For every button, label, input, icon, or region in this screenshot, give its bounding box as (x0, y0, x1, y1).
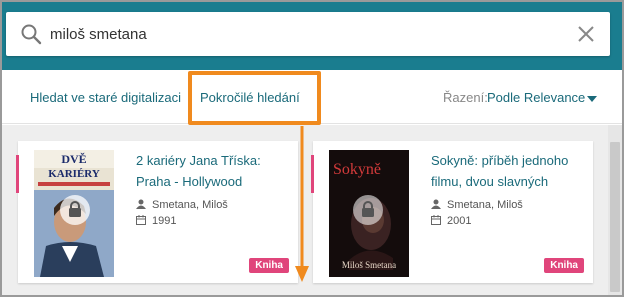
cover-author: Miloš Smetana (342, 260, 396, 270)
card-accent (311, 155, 314, 193)
result-year: 1991 (136, 215, 176, 227)
result-title[interactable]: Sokyně: příběh jednoho filmu, dvou slavn… (431, 150, 583, 192)
sort-label: Řazení: (443, 90, 488, 105)
person-icon (136, 199, 146, 209)
lock-overlay (353, 195, 383, 225)
cover-title: Sokyně (333, 161, 381, 178)
header-bar (2, 2, 622, 70)
result-year: 2001 (431, 215, 471, 227)
app-window: Hledat ve staré digitalizaci Pokročilé h… (0, 0, 624, 297)
lock-icon (362, 201, 374, 217)
card-accent (16, 155, 19, 193)
person-icon (431, 199, 441, 209)
lock-icon (69, 201, 81, 217)
chevron-down-icon[interactable] (587, 96, 597, 102)
author-text: Smetana, Miloš (152, 199, 228, 211)
calendar-icon (431, 215, 441, 225)
calendar-icon (136, 215, 146, 225)
book-cover[interactable]: DVĚ KARIÉRY (34, 150, 114, 277)
year-text: 2001 (447, 215, 472, 227)
toolbar: Hledat ve staré digitalizaci Pokročilé h… (2, 70, 622, 125)
search-box[interactable] (6, 12, 610, 56)
search-icon[interactable] (20, 23, 42, 45)
sort-dropdown[interactable]: Podle Relevance (487, 90, 585, 105)
cover-title-line1: DVĚ (61, 152, 86, 166)
author-text: Smetana, Miloš (447, 199, 523, 211)
result-card[interactable]: DVĚ KARIÉRY 2 kariéry Jana Tříska: Praha… (16, 141, 298, 283)
close-icon[interactable] (576, 24, 596, 44)
book-cover[interactable]: Sokyně Miloš Smetana (329, 150, 409, 277)
advanced-search-link[interactable]: Pokročilé hledání (200, 90, 300, 105)
type-badge: Kniha (544, 258, 584, 273)
search-input[interactable] (50, 20, 550, 48)
result-author: Smetana, Miloš (431, 199, 523, 211)
result-card[interactable]: Sokyně Miloš Smetana Sokyně: příběh jedn… (311, 141, 593, 283)
lock-overlay (60, 195, 90, 225)
cover-title-line2: KARIÉRY (48, 168, 100, 180)
old-digitization-link[interactable]: Hledat ve staré digitalizaci (30, 90, 181, 105)
year-text: 1991 (152, 215, 177, 227)
scrollbar-thumb[interactable] (610, 142, 620, 292)
result-author: Smetana, Miloš (136, 199, 228, 211)
type-badge: Kniha (249, 258, 289, 273)
result-title[interactable]: 2 kariéry Jana Tříska: Praha - Hollywood (136, 150, 288, 192)
